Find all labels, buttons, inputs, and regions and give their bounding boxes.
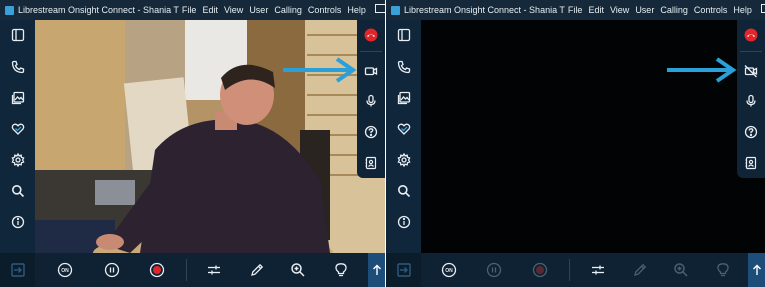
search-icon[interactable]	[9, 182, 27, 200]
on-label: ON	[61, 268, 69, 274]
menu-bar: File Edit View User Calling Controls Hel…	[179, 5, 369, 15]
window-title: Librestream Onsight Connect - Shania T	[404, 5, 565, 15]
annotation-arrow-icon	[283, 57, 357, 83]
settings-icon[interactable]	[395, 151, 413, 169]
gallery-icon[interactable]	[9, 89, 27, 107]
menu-calling[interactable]: Calling	[660, 5, 688, 15]
zoom-icon	[672, 261, 690, 279]
on-toggle-icon[interactable]: ON	[56, 261, 74, 279]
menu-help[interactable]: Help	[347, 5, 366, 15]
menu-file[interactable]: File	[182, 5, 197, 15]
window-controls: ⤢ ✕	[760, 4, 765, 16]
menu-file[interactable]: File	[568, 5, 583, 15]
menu-view[interactable]: View	[224, 5, 243, 15]
app-window-left: Librestream Onsight Connect - Shania T F…	[0, 0, 385, 287]
annotation-arrow-icon	[667, 57, 737, 83]
bottom-toolbar: ON	[386, 253, 765, 287]
search-icon[interactable]	[395, 182, 413, 200]
call-control-panel	[357, 20, 385, 178]
contacts-icon[interactable]	[742, 154, 760, 172]
call-control-panel	[737, 20, 765, 178]
window-title: Librestream Onsight Connect - Shania T	[18, 5, 179, 15]
app-logo-icon	[391, 5, 400, 15]
title-bar: Librestream Onsight Connect - Shania T F…	[386, 0, 765, 20]
info-icon[interactable]	[9, 213, 27, 231]
title-bar: Librestream Onsight Connect - Shania T F…	[0, 0, 385, 20]
panel-icon[interactable]	[395, 26, 413, 44]
up-arrow-icon[interactable]	[748, 253, 765, 287]
microphone-icon[interactable]	[742, 92, 760, 110]
menu-controls[interactable]: Controls	[694, 5, 728, 15]
restore-icon[interactable]	[374, 4, 385, 16]
live-video-feed[interactable]	[35, 20, 385, 253]
toolbar-divider	[569, 259, 570, 281]
on-toggle-icon[interactable]: ON	[440, 261, 458, 279]
pause-icon[interactable]	[103, 261, 121, 279]
favorites-icon[interactable]	[9, 120, 27, 138]
exit-icon[interactable]	[0, 253, 35, 287]
bottom-toolbar: ON	[0, 253, 385, 287]
record-icon[interactable]	[148, 261, 166, 279]
left-sidebar	[0, 20, 35, 253]
menu-bar: File Edit View User Calling Controls Hel…	[565, 5, 755, 15]
camera-off-icon[interactable]	[742, 62, 760, 80]
pause-icon	[485, 261, 503, 279]
panel-icon[interactable]	[9, 26, 27, 44]
light-icon	[714, 261, 732, 279]
menu-user[interactable]: User	[249, 5, 268, 15]
zoom-icon[interactable]	[289, 261, 307, 279]
menu-calling[interactable]: Calling	[274, 5, 302, 15]
menu-user[interactable]: User	[635, 5, 654, 15]
menu-edit[interactable]: Edit	[588, 5, 604, 15]
on-label: ON	[445, 268, 453, 274]
app-window-right: Librestream Onsight Connect - Shania T F…	[386, 0, 765, 287]
toolbar-divider	[186, 259, 187, 281]
adjust-icon[interactable]	[589, 261, 607, 279]
camera-icon[interactable]	[362, 62, 380, 80]
record-icon	[531, 261, 549, 279]
light-icon[interactable]	[332, 261, 350, 279]
help-icon[interactable]	[362, 123, 380, 141]
contacts-icon[interactable]	[362, 154, 380, 172]
end-call-icon[interactable]	[362, 26, 380, 44]
menu-help[interactable]: Help	[733, 5, 752, 15]
adjust-icon[interactable]	[205, 261, 223, 279]
window-controls: ⤢ ✕	[374, 4, 385, 16]
phone-icon[interactable]	[395, 58, 413, 76]
info-icon[interactable]	[395, 213, 413, 231]
left-sidebar	[386, 20, 421, 253]
pen-icon	[631, 261, 649, 279]
end-call-icon[interactable]	[742, 26, 760, 44]
up-arrow-icon[interactable]	[368, 253, 385, 287]
favorites-icon[interactable]	[395, 120, 413, 138]
app-logo-icon	[5, 5, 14, 15]
phone-icon[interactable]	[9, 58, 27, 76]
menu-controls[interactable]: Controls	[308, 5, 342, 15]
video-frame-image	[35, 20, 385, 253]
menu-view[interactable]: View	[610, 5, 629, 15]
black-video-feed[interactable]	[421, 20, 765, 253]
exit-icon[interactable]	[386, 253, 421, 287]
restore-icon[interactable]	[760, 4, 765, 16]
pen-icon[interactable]	[248, 261, 266, 279]
microphone-icon[interactable]	[362, 92, 380, 110]
gallery-icon[interactable]	[395, 89, 413, 107]
help-icon[interactable]	[742, 123, 760, 141]
settings-icon[interactable]	[9, 151, 27, 169]
menu-edit[interactable]: Edit	[202, 5, 218, 15]
